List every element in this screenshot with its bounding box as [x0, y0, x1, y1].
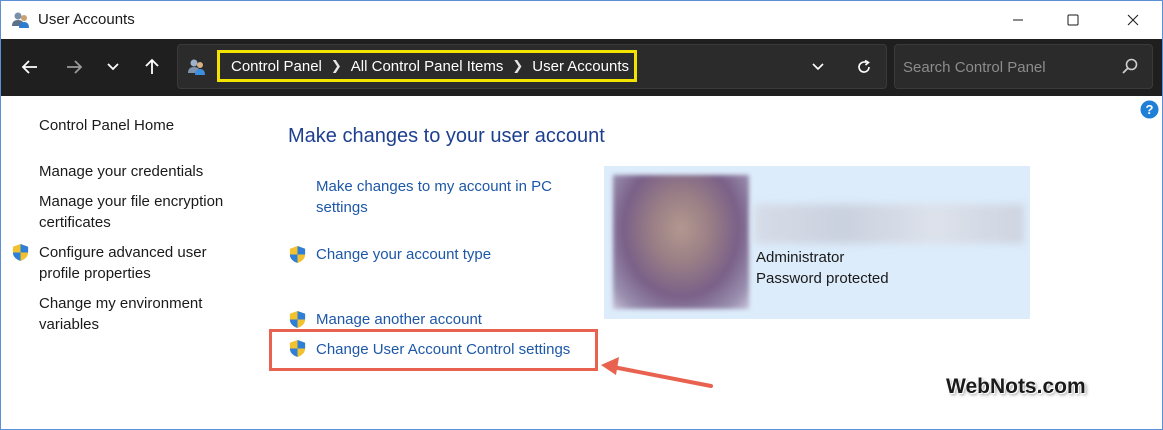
- user-accounts-icon: [187, 57, 207, 77]
- user-accounts-window: User Accounts Control Panel ❯ All Contro…: [0, 0, 1163, 430]
- account-role: Administrator: [756, 249, 845, 266]
- search-icon[interactable]: [1121, 57, 1141, 77]
- arrow-left-icon: [21, 60, 37, 74]
- uac-shield-icon: [11, 243, 30, 262]
- arrow-up-icon: [145, 58, 159, 74]
- navigation-bar: Control Panel ❯ All Control Panel Items …: [1, 39, 1162, 96]
- sidebar-item-file-encryption[interactable]: Manage your file encryption certificates: [39, 192, 244, 233]
- task-manage-another-account[interactable]: Manage another account: [316, 310, 482, 331]
- task-change-account-type[interactable]: Change your account type: [316, 245, 491, 266]
- forward-button[interactable]: [60, 53, 88, 81]
- back-button[interactable]: [16, 53, 44, 81]
- breadcrumb-user-accounts[interactable]: User Accounts: [532, 58, 629, 75]
- uac-shield-icon: [288, 245, 307, 264]
- sidebar-item-manage-credentials[interactable]: Manage your credentials: [39, 162, 249, 183]
- avatar: [613, 175, 749, 309]
- watermark: WebNots.com: [946, 375, 1086, 398]
- blurred-account-name: [754, 204, 1024, 244]
- chevron-right-icon[interactable]: ❯: [331, 58, 342, 74]
- sidebar-item-advanced-profile[interactable]: Configure advanced user profile properti…: [39, 243, 229, 284]
- task-pc-settings[interactable]: Make changes to my account in PC setting…: [316, 177, 576, 218]
- address-history-button[interactable]: [806, 56, 830, 78]
- arrow-right-icon: [67, 60, 83, 74]
- search-input[interactable]: [903, 57, 1113, 77]
- chevron-down-icon: [812, 63, 824, 71]
- chevron-right-icon[interactable]: ❯: [512, 58, 523, 74]
- recent-locations-button[interactable]: [99, 53, 127, 81]
- highlight-box: [269, 329, 598, 371]
- chevron-down-icon: [107, 63, 119, 71]
- refresh-button[interactable]: [852, 56, 876, 78]
- window-title: User Accounts: [38, 11, 135, 28]
- user-accounts-app-icon: [11, 10, 31, 30]
- annotation-arrow: [601, 357, 713, 388]
- account-card: Administrator Password protected: [604, 166, 1030, 319]
- page-title: Make changes to your user account: [288, 125, 605, 147]
- title-bar: User Accounts: [1, 1, 1162, 39]
- sidebar: Control Panel Home Manage your credentia…: [1, 96, 261, 426]
- breadcrumb-all-items[interactable]: All Control Panel Items: [351, 58, 504, 75]
- search-box: [894, 44, 1153, 89]
- sidebar-item-environment-variables[interactable]: Change my environment variables: [39, 294, 229, 335]
- svg-text:?: ?: [1146, 102, 1154, 117]
- close-button[interactable]: [1109, 1, 1157, 39]
- minimize-button[interactable]: [994, 1, 1042, 39]
- uac-shield-icon: [288, 310, 307, 329]
- breadcrumb-control-panel[interactable]: Control Panel: [231, 58, 322, 75]
- account-status: Password protected: [756, 270, 889, 287]
- breadcrumb: Control Panel ❯ All Control Panel Items …: [217, 50, 637, 82]
- up-button[interactable]: [138, 53, 166, 81]
- address-bar[interactable]: Control Panel ❯ All Control Panel Items …: [177, 44, 887, 89]
- refresh-icon: [858, 59, 870, 73]
- maximize-button[interactable]: [1049, 1, 1097, 39]
- help-icon[interactable]: ?: [1140, 100, 1159, 119]
- sidebar-item-control-panel-home[interactable]: Control Panel Home: [39, 116, 249, 137]
